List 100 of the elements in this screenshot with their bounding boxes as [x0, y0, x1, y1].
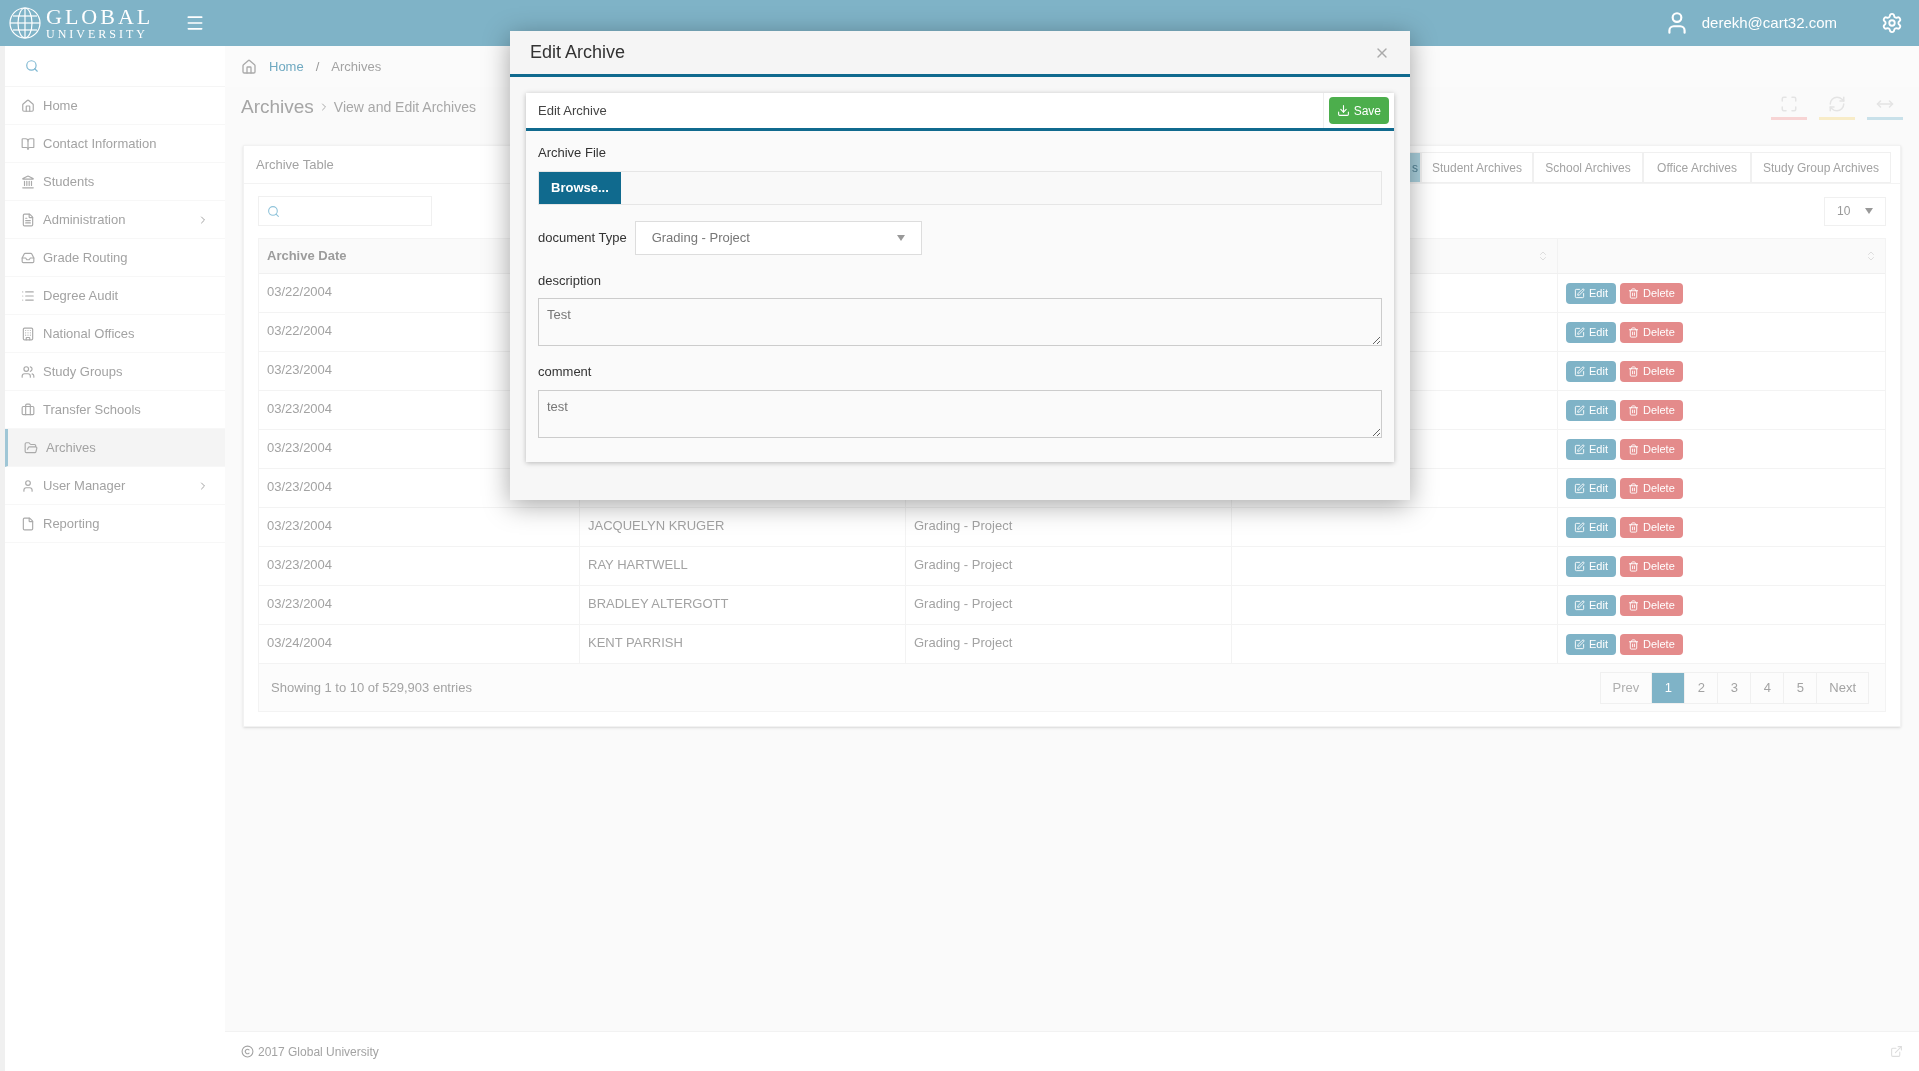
sidebar-item[interactable]: Contact Information: [5, 125, 225, 163]
sidebar-item[interactable]: Study Groups: [5, 353, 225, 391]
tab[interactable]: Student Archives: [1421, 152, 1533, 183]
field-label: Archive File: [538, 144, 607, 162]
delete-button[interactable]: Delete: [1619, 477, 1683, 499]
sidebar-item[interactable]: Home: [5, 87, 225, 125]
trash-icon: [1627, 326, 1639, 338]
sidebar-item[interactable]: Grade Routing: [5, 239, 225, 277]
building-icon: [21, 326, 35, 341]
table-cell: JACQUELYN KRUGER: [588, 518, 725, 533]
table-cell: Grading - Project: [914, 635, 1013, 650]
entries-summary: Showing 1 to 10 of 529,903 entries: [271, 678, 472, 697]
home-icon: [241, 58, 257, 75]
sort-icon[interactable]: [1865, 250, 1877, 262]
delete-button[interactable]: Delete: [1619, 399, 1683, 421]
folder-icon: [24, 440, 38, 455]
globe-icon: [8, 6, 42, 40]
book-icon: [21, 136, 35, 151]
edit-button[interactable]: Edit: [1566, 360, 1616, 382]
sidebar-item[interactable]: Students: [5, 163, 225, 201]
table-cell: 03/23/2004: [267, 596, 333, 611]
edit-button[interactable]: Edit: [1566, 438, 1616, 460]
table-cell: 03/22/2004: [267, 323, 333, 338]
document-type-select[interactable]: Grading - Project: [634, 220, 922, 255]
search-icon: [267, 204, 280, 218]
trash-icon: [1627, 365, 1639, 377]
sidebar-item[interactable]: Administration: [5, 201, 225, 239]
table-cell: 03/23/2004: [267, 557, 333, 572]
file-icon: [21, 516, 35, 531]
delete-button[interactable]: Delete: [1619, 321, 1683, 343]
delete-button[interactable]: Delete: [1619, 438, 1683, 460]
edit-button[interactable]: Edit: [1566, 399, 1616, 421]
settings-icon[interactable]: [1881, 12, 1903, 34]
delete-button[interactable]: Delete: [1619, 633, 1683, 655]
briefcase-icon: [21, 402, 35, 417]
edit-button[interactable]: Edit: [1566, 282, 1616, 304]
sort-icon[interactable]: [1537, 250, 1549, 262]
trash-icon: [1627, 638, 1639, 650]
page-button[interactable]: 2: [1684, 672, 1718, 703]
comment-field[interactable]: test: [538, 389, 1382, 438]
delete-button[interactable]: Delete: [1619, 594, 1683, 616]
edit-button[interactable]: Edit: [1566, 633, 1616, 655]
save-button[interactable]: Save: [1328, 97, 1389, 124]
page-title: Archives: [241, 94, 314, 119]
table-cell: BRADLEY ALTERGOTT: [588, 596, 729, 611]
edit-icon: [1574, 365, 1585, 377]
user-email[interactable]: derekh@cart32.com: [1701, 11, 1837, 35]
edit-button[interactable]: Edit: [1566, 477, 1616, 499]
sidebar-item[interactable]: Degree Audit: [5, 277, 225, 315]
trash-icon: [1627, 560, 1639, 572]
delete-button[interactable]: Delete: [1619, 360, 1683, 382]
tab[interactable]: School Archives: [1533, 152, 1643, 183]
breadcrumb-link[interactable]: Home: [269, 56, 304, 77]
edit-button[interactable]: Edit: [1566, 516, 1616, 538]
field-label: description: [538, 271, 602, 290]
edit-button[interactable]: Edit: [1566, 555, 1616, 577]
page-button[interactable]: 1: [1651, 672, 1685, 703]
next-button[interactable]: Next: [1816, 672, 1868, 703]
edit-icon: [1574, 404, 1585, 416]
dialog-title: Edit Archive: [530, 41, 626, 64]
field-label: comment: [538, 363, 593, 381]
delete-button[interactable]: Delete: [1619, 555, 1683, 577]
logo-subtitle: UNIVERSITY: [46, 28, 149, 40]
search-field[interactable]: [258, 196, 432, 226]
delete-button[interactable]: Delete: [1619, 516, 1683, 538]
table-cell: 03/24/2004: [267, 635, 333, 650]
document-icon: [21, 212, 35, 227]
description-field[interactable]: Test: [538, 298, 1382, 346]
edit-button[interactable]: Edit: [1566, 321, 1616, 343]
table-cell: Grading - Project: [914, 518, 1013, 533]
menu-icon[interactable]: [185, 13, 205, 33]
copyright-icon: [241, 1045, 254, 1058]
sidebar-item[interactable]: Archives: [5, 429, 225, 467]
caret-icon: [896, 234, 905, 241]
table-cell: 03/23/2004: [267, 479, 333, 494]
delete-button[interactable]: Delete: [1619, 282, 1683, 304]
page-button[interactable]: 4: [1750, 672, 1784, 703]
page-size-select[interactable]: 10: [1824, 196, 1886, 226]
edit-button[interactable]: Edit: [1566, 594, 1616, 616]
trash-icon: [1627, 521, 1639, 533]
table-cell: 03/23/2004: [267, 518, 333, 533]
tab[interactable]: Study Group Archives: [1751, 152, 1891, 183]
prev-button[interactable]: Prev: [1600, 672, 1652, 703]
tab[interactable]: Office Archives: [1643, 152, 1751, 183]
sidebar-item[interactable]: Reporting: [5, 505, 225, 543]
search-icon[interactable]: [25, 59, 39, 73]
edit-icon: [1574, 560, 1585, 572]
trash-icon: [1627, 443, 1639, 455]
trash-icon: [1627, 287, 1639, 299]
users-icon: [21, 364, 35, 379]
inbox-icon: [21, 250, 35, 265]
page-button[interactable]: 3: [1717, 672, 1751, 703]
sidebar-item[interactable]: User Manager: [5, 467, 225, 505]
edit-icon: [1574, 521, 1585, 533]
table-cell: Grading - Project: [914, 596, 1013, 611]
breadcrumb-current: Archives: [331, 57, 382, 76]
breadcrumb-separator: /: [315, 57, 320, 76]
sidebar-item[interactable]: National Offices: [5, 315, 225, 353]
page-button[interactable]: 5: [1783, 672, 1817, 703]
external-link-icon[interactable]: [1890, 1045, 1903, 1058]
